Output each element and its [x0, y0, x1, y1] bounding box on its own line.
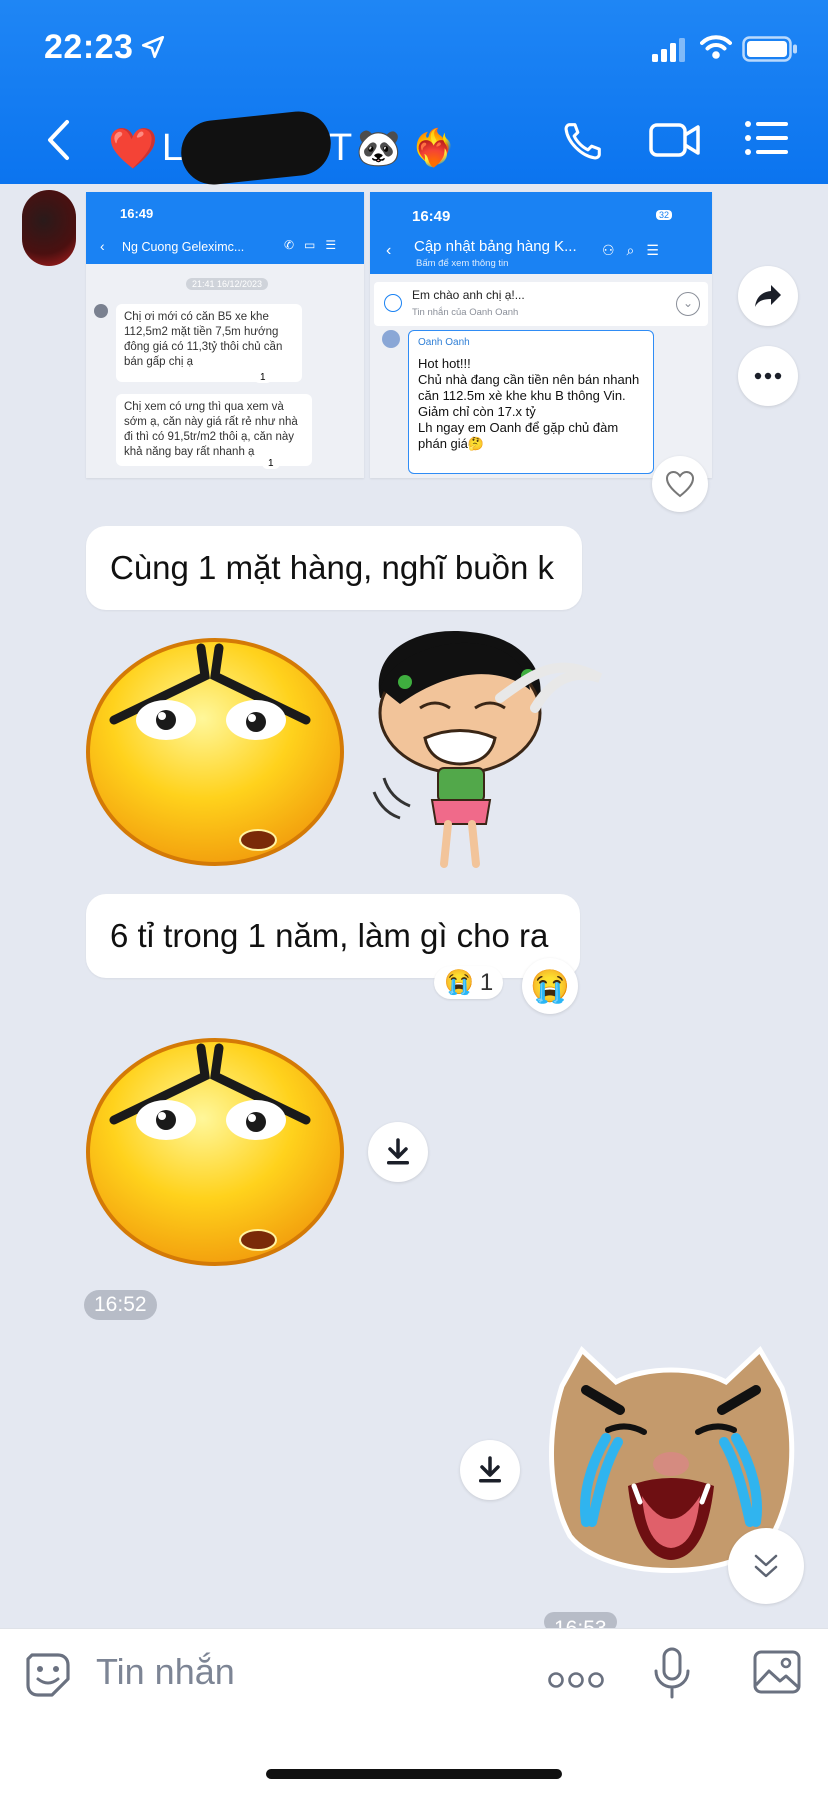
message-text: Cùng 1 mặt hàng, nghĩ buồn k	[110, 549, 554, 586]
shot-right-chat-subtitle: Bấm để xem thông tin	[416, 258, 509, 269]
image-icon[interactable]	[752, 1649, 802, 1695]
timestamp: 16:52	[84, 1290, 157, 1320]
download-icon	[387, 1138, 409, 1165]
shot-right-back-icon: ‹	[386, 242, 392, 259]
title-suffix: T	[328, 126, 353, 169]
shot-left-icons: ✆▭☰	[284, 238, 347, 252]
video-call-button[interactable]	[648, 120, 702, 160]
shot-right-chat-name: Cập nhật bảng hàng K...	[414, 238, 577, 255]
shot-right-pinned-text: Em chào anh chị ạ!...	[412, 288, 525, 302]
more-options-button[interactable]	[738, 346, 798, 406]
forward-button[interactable]	[738, 266, 798, 326]
sad-face-sticker[interactable]	[84, 636, 346, 868]
sad-face-sticker[interactable]	[84, 1036, 346, 1268]
shot-left-chat-name: Ng Cuong Geleximc...	[122, 240, 245, 254]
download-button[interactable]	[460, 1440, 520, 1500]
home-indicator	[266, 1769, 562, 1779]
message-input[interactable]: Tin nhắn	[96, 1651, 235, 1693]
redaction-mark	[178, 108, 334, 188]
pinned-chat-icon	[384, 294, 402, 312]
phone-button[interactable]	[560, 118, 606, 164]
download-button[interactable]	[368, 1122, 428, 1182]
double-chevron-down-icon	[754, 1554, 778, 1578]
crying-reaction-icon: 😭	[444, 969, 474, 996]
shot-right-avatar	[382, 330, 400, 348]
shot-right-icons: ⚇⌕☰	[602, 242, 671, 258]
more-dots-icon	[754, 372, 782, 380]
shot-left-msg-1: Chị ơi mới có căn B5 xe khe 112,5m2 mặt …	[116, 304, 302, 382]
shot-left-time: 16:49	[120, 206, 154, 221]
more-icon[interactable]	[548, 1671, 604, 1689]
reaction-summary[interactable]: 😭 1	[434, 966, 504, 999]
shot-left-reaction-1: 1	[254, 372, 272, 383]
message-text: 6 tỉ trong 1 năm, làm gì cho ra	[110, 917, 549, 954]
wifi-icon	[700, 35, 732, 59]
sticker-icon[interactable]	[24, 1651, 72, 1699]
heart-emoji: ❤️	[108, 126, 158, 171]
message-bubble[interactable]: 6 tỉ trong 1 năm, làm gì cho ra	[86, 894, 580, 978]
avatar[interactable]	[22, 190, 76, 266]
shot-right-time: 16:49	[412, 208, 451, 225]
shot-right-header: 16:49 32 ‹ Cập nhật bảng hàng K... Bấm đ…	[370, 192, 712, 274]
status-time: 22:23	[44, 28, 134, 66]
forwarded-image-right[interactable]: 16:49 32 ‹ Cập nhật bảng hàng K... Bấm đ…	[370, 192, 712, 478]
download-icon	[479, 1456, 501, 1483]
forwarded-image-left[interactable]: 16:49 ‹ Ng Cuong Geleximc... ✆▭☰ 21:41 1…	[86, 192, 364, 478]
chat-header: 22:23 ❤️ L T 🐼 ❤️‍🔥	[0, 0, 828, 188]
back-button[interactable]	[40, 118, 80, 162]
shot-right-message: Hot hot!!! Chủ nhà đang cần tiền nên bán…	[418, 356, 640, 451]
menu-list-button[interactable]	[744, 120, 790, 156]
react-button[interactable]: 😭	[522, 958, 578, 1014]
forward-arrow-icon	[755, 285, 781, 307]
cellular-signal-icon	[652, 38, 685, 62]
pinned-expand-icon: ⌄	[676, 292, 700, 316]
reaction-count: 1	[479, 968, 494, 996]
shot-right-sender: Oanh Oanh	[418, 337, 470, 348]
shot-left-date-chip: 21:41 16/12/2023	[186, 278, 269, 290]
shot-left-msg-2: Chị xem có ưng thì qua xem và sớm ạ, căn…	[116, 394, 312, 466]
message-bubble[interactable]: Cùng 1 mặt hàng, nghĩ buồn k	[86, 526, 582, 610]
shot-left-header: 16:49 ‹ Ng Cuong Geleximc... ✆▭☰	[86, 192, 364, 264]
shot-left-back-icon: ‹	[100, 238, 105, 254]
battery-icon	[742, 36, 797, 62]
cartoon-girl-sticker[interactable]	[360, 628, 620, 884]
shot-right-msg-card: Oanh Oanh Hot hot!!! Chủ nhà đang cần ti…	[408, 330, 654, 474]
shot-right-battery: 32	[656, 210, 673, 220]
title-emojis: 🐼 ❤️‍🔥	[356, 127, 456, 168]
scroll-to-bottom-button[interactable]	[728, 1528, 804, 1604]
chat-title[interactable]: ❤️ L T 🐼 ❤️‍🔥	[108, 108, 456, 188]
shot-right-pinned-sub: Tin nhắn của Oanh Oanh	[412, 307, 519, 318]
heart-outline-icon	[665, 470, 695, 498]
shot-left-reaction-2: 1	[262, 458, 280, 469]
shot-right-pinned: Em chào anh chị ạ!... Tin nhắn của Oanh …	[374, 282, 708, 326]
crying-face-icon: 😭	[530, 968, 570, 1004]
shot-left-avatar	[94, 304, 108, 318]
message-input-bar: Tin nhắn	[0, 1628, 828, 1793]
mic-icon[interactable]	[652, 1647, 692, 1701]
react-heart-button[interactable]	[652, 456, 708, 512]
location-arrow-icon	[141, 35, 165, 59]
title-prefix: L	[161, 126, 183, 169]
